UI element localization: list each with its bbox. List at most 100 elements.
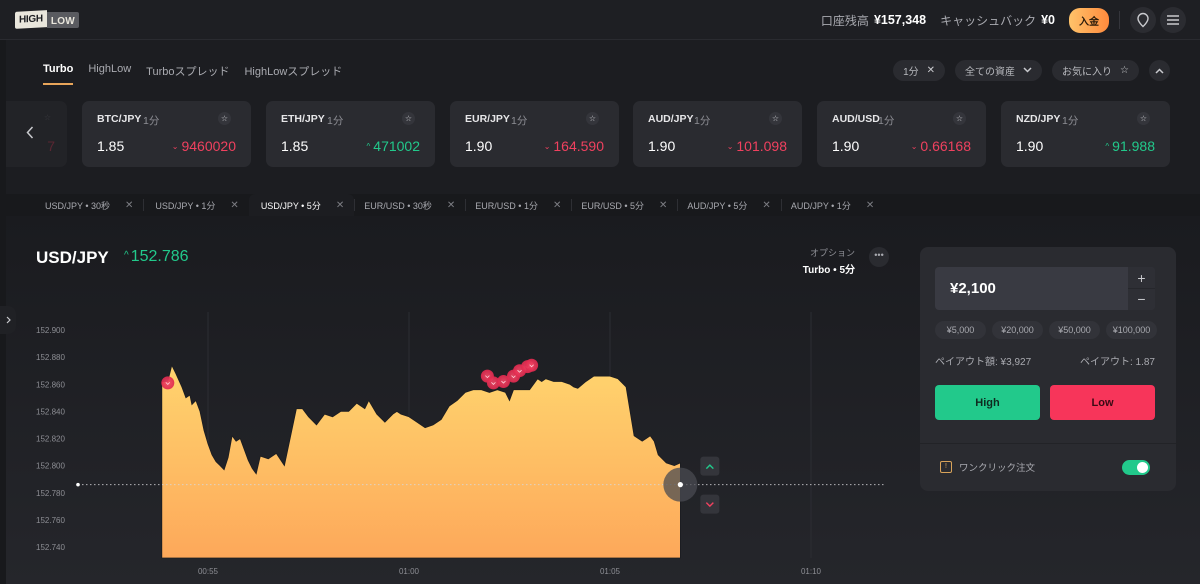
asset-tab[interactable]: EUR/USD • 5分 ✕ bbox=[571, 194, 677, 216]
asset-card-price: ⌄ 0.66168 bbox=[911, 138, 971, 154]
sidebar-toggle[interactable] bbox=[0, 306, 16, 334]
asset-card-payout: 1.90 bbox=[465, 138, 493, 154]
asset-card-price-value: 101.098 bbox=[736, 138, 787, 154]
favorites-filter[interactable]: お気に入り ☆ bbox=[1052, 60, 1139, 81]
asset-tab-label: EUR/USD • 1分 bbox=[475, 200, 538, 211]
y-tick-label: 152.760 bbox=[36, 516, 65, 525]
asset-tab[interactable]: AUD/JPY • 1分 ✕ bbox=[780, 194, 884, 216]
decrease-amount-button[interactable]: − bbox=[1128, 288, 1155, 309]
tab-turbo-spread[interactable]: Turboスプレッド bbox=[146, 63, 229, 85]
y-tick-label: 152.740 bbox=[36, 543, 65, 552]
asset-card-partial[interactable]: ☆ 7 bbox=[6, 101, 67, 167]
price-chart[interactable]: 00:55 01:00 01:05 01:10 152.900 152.880 152.86… bbox=[6, 216, 916, 584]
asset-tab-active[interactable]: USD/JPY • 5分 ✕ bbox=[248, 194, 355, 216]
asset-card[interactable]: EUR/JPY 1分 ☆ 1.90 ⌄ 164.590 bbox=[450, 101, 619, 167]
close-icon[interactable]: ✕ bbox=[659, 200, 667, 211]
high-button[interactable]: High bbox=[935, 385, 1040, 420]
star-icon: ☆ bbox=[1120, 65, 1129, 76]
close-icon[interactable]: ✕ bbox=[866, 200, 874, 211]
close-icon[interactable]: ✕ bbox=[447, 200, 455, 211]
asset-tab[interactable]: EUR/USD • 30秒 ✕ bbox=[354, 194, 465, 216]
balance-value: ¥157,348 bbox=[873, 13, 927, 27]
balance-label: 口座残高 bbox=[820, 13, 869, 28]
cashback-label: キャッシュバック bbox=[940, 13, 1037, 28]
asset-tab-label: AUD/JPY • 5分 bbox=[687, 200, 748, 211]
collapse-button[interactable] bbox=[1149, 60, 1170, 81]
x-tick-label: 01:00 bbox=[399, 567, 420, 576]
close-icon[interactable]: ✕ bbox=[927, 65, 935, 76]
low-button[interactable]: Low bbox=[1050, 385, 1155, 420]
option-label: オプション bbox=[809, 248, 855, 258]
preset-amount-button[interactable]: ¥20,000 bbox=[992, 321, 1043, 339]
favorite-star-icon[interactable]: ☆ bbox=[586, 112, 599, 125]
favorite-star-icon[interactable]: ☆ bbox=[953, 112, 966, 125]
asset-selector: Turbo HighLow Turboスプレッド HighLowスプレッド 1分… bbox=[6, 40, 1200, 190]
asset-card-duration: 1分 bbox=[1062, 115, 1079, 127]
asset-tab-label: AUD/JPY • 1分 bbox=[790, 200, 851, 211]
arrow-down-icon: ⌄ bbox=[726, 142, 734, 151]
asset-card-price-value: 471002 bbox=[373, 138, 420, 154]
preset-amount-button[interactable]: ¥100,000 bbox=[1106, 321, 1157, 339]
quick-high-button[interactable] bbox=[700, 456, 720, 476]
arrow-up-icon: ^ bbox=[1105, 142, 1110, 151]
asset-card[interactable]: ETH/JPY 1分 ☆ 1.85 ^ 471002 bbox=[266, 101, 435, 167]
payout-amount: ペイアウト額: ¥3,927 bbox=[935, 357, 1032, 368]
asset-tab-label: EUR/USD • 30秒 bbox=[364, 200, 432, 211]
quick-low-button[interactable] bbox=[700, 494, 720, 514]
asset-card[interactable]: AUD/JPY 1分 ☆ 1.90 ⌄ 101.098 bbox=[633, 101, 802, 167]
tab-turbo[interactable]: Turbo bbox=[43, 63, 74, 85]
preset-amount-button[interactable]: ¥5,000 bbox=[935, 321, 986, 339]
amount-stepper: + − bbox=[1128, 267, 1155, 310]
assets-dropdown-label: 全ての資産 bbox=[965, 67, 1016, 78]
asset-card[interactable]: AUD/USD 1分 ☆ 1.90 ⌄ 0.66168 bbox=[817, 101, 986, 167]
chevron-left-icon bbox=[26, 126, 34, 139]
close-icon[interactable]: ✕ bbox=[230, 200, 238, 211]
location-button[interactable] bbox=[1130, 7, 1156, 33]
assets-dropdown[interactable]: 全ての資産 bbox=[955, 60, 1043, 81]
scroll-left-button[interactable] bbox=[26, 126, 34, 142]
preset-amount-button[interactable]: ¥50,000 bbox=[1049, 321, 1100, 339]
favorite-star-icon[interactable]: ☆ bbox=[1137, 112, 1150, 125]
asset-tab[interactable]: USD/JPY • 30秒 ✕ bbox=[6, 194, 143, 216]
asset-tab[interactable]: EUR/USD • 1分 ✕ bbox=[465, 194, 571, 216]
tab-highlow-spread[interactable]: HighLowスプレッド bbox=[244, 63, 342, 85]
one-click-icon: ! bbox=[940, 461, 952, 473]
one-click-toggle[interactable] bbox=[1122, 460, 1150, 475]
highlow-logo[interactable]: HIGH LOW bbox=[15, 10, 80, 29]
asset-tab-label: USD/JPY • 5分 bbox=[260, 200, 321, 211]
favorite-star-icon[interactable]: ☆ bbox=[218, 112, 231, 125]
asset-card-duration: 1分 bbox=[143, 115, 160, 127]
filters: 1分 ✕ 全ての資産 お気に入り ☆ bbox=[883, 60, 1170, 81]
tab-highlow[interactable]: HighLow bbox=[88, 63, 131, 85]
asset-card-payout: 1.90 bbox=[648, 138, 676, 154]
asset-tab-label: USD/JPY • 30秒 bbox=[45, 200, 111, 211]
favorite-star-icon[interactable]: ☆ bbox=[402, 112, 415, 125]
asset-card-duration: 1分 bbox=[327, 115, 344, 127]
investment-amount-value: ¥2,100 bbox=[950, 280, 996, 297]
more-options-button[interactable]: ••• bbox=[869, 247, 889, 267]
asset-card-price: 7 bbox=[47, 138, 55, 154]
asset-tab[interactable]: AUD/JPY • 5分 ✕ bbox=[677, 194, 780, 216]
close-icon[interactable]: ✕ bbox=[125, 200, 133, 211]
favorite-star-icon[interactable]: ☆ bbox=[769, 112, 782, 125]
asset-tab[interactable]: USD/JPY • 1分 ✕ bbox=[143, 194, 248, 216]
increase-amount-button[interactable]: + bbox=[1128, 267, 1155, 288]
close-icon[interactable]: ✕ bbox=[762, 200, 770, 211]
menu-icon bbox=[1167, 15, 1179, 25]
ellipsis-icon: ••• bbox=[874, 250, 884, 260]
deposit-button[interactable]: 入金 bbox=[1069, 7, 1109, 33]
menu-button[interactable] bbox=[1160, 7, 1186, 33]
logo-low: LOW bbox=[46, 12, 80, 28]
asset-card[interactable]: BTC/JPY 1分 ☆ 1.85 ⌄ 9460020 bbox=[82, 101, 251, 167]
instrument-price-value: 152.786 bbox=[130, 248, 189, 265]
duration-filter-chip[interactable]: 1分 ✕ bbox=[893, 60, 946, 81]
close-icon[interactable]: ✕ bbox=[336, 200, 344, 211]
y-tick-label: 152.900 bbox=[36, 326, 65, 335]
asset-card-price: ^ 91.988 bbox=[1105, 138, 1155, 154]
close-icon[interactable]: ✕ bbox=[553, 200, 561, 211]
divider bbox=[1119, 11, 1120, 29]
y-tick-label: 152.880 bbox=[36, 353, 65, 362]
asset-card-pair: EUR/JPY bbox=[465, 113, 510, 125]
asset-card[interactable]: NZD/JPY 1分 ☆ 1.90 ^ 91.988 bbox=[1001, 101, 1170, 167]
investment-amount-field[interactable]: ¥2,100 + − bbox=[935, 267, 1155, 310]
